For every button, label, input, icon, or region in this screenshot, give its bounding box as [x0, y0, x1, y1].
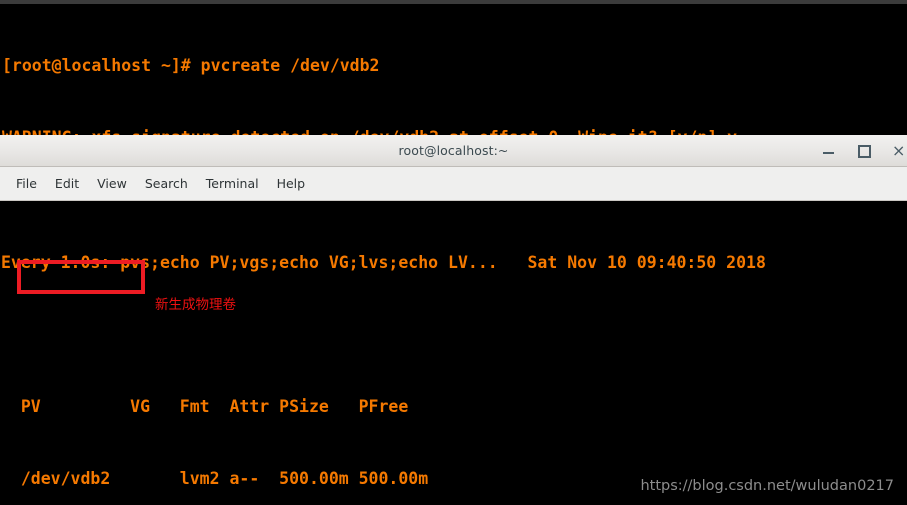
terminal-window[interactable]: root@localhost:~ × File Edit View Search… — [0, 135, 907, 505]
menu-item-terminal[interactable]: Terminal — [197, 173, 268, 194]
minimize-icon[interactable] — [822, 144, 835, 157]
maximize-icon[interactable] — [857, 144, 871, 158]
close-icon[interactable]: × — [892, 143, 905, 159]
annotation-label: 新生成物理卷 — [155, 297, 236, 313]
window-title: root@localhost:~ — [398, 143, 509, 158]
terminal-line: [root@localhost ~]# pvcreate /dev/vdb2 — [2, 56, 380, 75]
window-titlebar[interactable]: root@localhost:~ × — [0, 135, 907, 167]
background-terminal[interactable]: [root@localhost ~]# pvcreate /dev/vdb2 W… — [0, 4, 907, 363]
terminal-output[interactable]: Every 1.0s: pvs;echo PV;vgs;echo VG;lvs;… — [0, 201, 907, 505]
pvs-header-line: PV VG Fmt Attr PSize PFree — [1, 397, 409, 416]
menu-item-file[interactable]: File — [7, 173, 46, 194]
watch-header-line: Every 1.0s: pvs;echo PV;vgs;echo VG;lvs;… — [1, 253, 766, 272]
watermark-text: https://blog.csdn.net/wuludan0217 — [640, 478, 894, 494]
window-controls[interactable]: × — [822, 135, 907, 166]
menu-bar[interactable]: File Edit View Search Terminal Help — [0, 167, 907, 201]
menu-item-search[interactable]: Search — [136, 173, 197, 194]
menu-item-help[interactable]: Help — [268, 173, 315, 194]
menu-item-view[interactable]: View — [88, 173, 136, 194]
menu-item-edit[interactable]: Edit — [46, 173, 88, 194]
